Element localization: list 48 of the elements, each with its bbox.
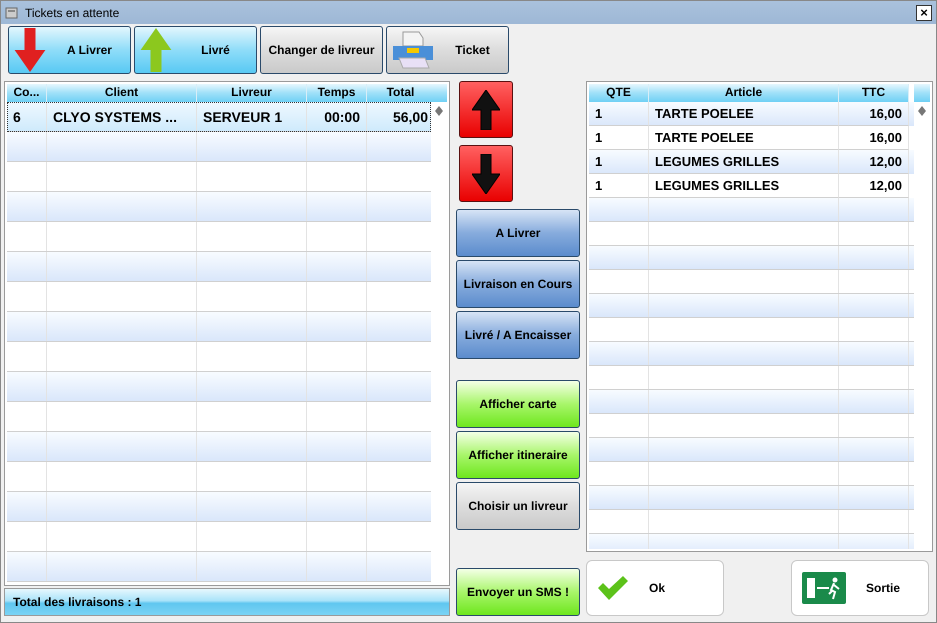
window-icon (5, 6, 19, 20)
column-header[interactable]: QTE (589, 84, 649, 102)
column-header[interactable]: Client (47, 84, 197, 102)
column-header[interactable]: Total (367, 84, 431, 102)
status-button[interactable]: Livré / A Encaisser (456, 311, 580, 359)
table-cell: CLYO SYSTEMS ... (47, 102, 197, 132)
scroll-up-icon[interactable] (918, 106, 926, 111)
deliveries-total: Total des livraisons : 1 (4, 588, 450, 616)
printer-icon (391, 30, 435, 70)
exit-button[interactable]: Sortie (791, 560, 929, 616)
column-header[interactable]: Temps (307, 84, 367, 102)
ok-button[interactable]: Ok (586, 560, 724, 616)
table-cell: 6 (7, 102, 47, 132)
toolbar-button[interactable]: Changer de livreur (260, 26, 383, 74)
down-arrow-icon (13, 28, 47, 72)
toolbar-button[interactable]: Ticket (386, 26, 509, 74)
table-cell: SERVEUR 1 (197, 102, 307, 132)
exit-sign-icon (802, 572, 846, 604)
column-header[interactable]: Article (649, 84, 839, 102)
toolbar-button[interactable]: A Livrer (8, 26, 131, 74)
column-header (431, 84, 447, 102)
scroll-up-icon[interactable] (435, 106, 443, 111)
window-title: Tickets en attente (25, 6, 120, 20)
delivery-row[interactable]: 6 CLYO SYSTEMS ... SERVEUR 1 00:00 56,00 (7, 102, 431, 132)
column-header[interactable]: Co... (7, 84, 47, 102)
action-button[interactable]: Choisir un livreur (456, 482, 580, 530)
table-cell: 1 (589, 174, 649, 198)
up-arrow-icon (472, 90, 500, 130)
action-button[interactable]: Afficher carte (456, 380, 580, 428)
status-button[interactable]: A Livrer (456, 209, 580, 257)
move-up-button[interactable] (459, 81, 513, 138)
close-button[interactable]: × (916, 4, 932, 21)
toolbar-button[interactable]: Livré (134, 26, 257, 74)
table-cell: LEGUMES GRILLES (649, 174, 839, 198)
column-header[interactable]: Livreur (197, 84, 307, 102)
action-button[interactable]: Envoyer un SMS ! (456, 568, 580, 616)
move-down-button[interactable] (459, 145, 513, 202)
scroll-down-icon[interactable] (918, 111, 926, 116)
table-cell: 00:00 (307, 102, 367, 132)
scroll-down-icon[interactable] (435, 111, 443, 116)
down-arrow-icon (472, 154, 500, 194)
table-cell: 12,00 (839, 174, 909, 198)
column-header[interactable]: TTC (839, 84, 909, 102)
status-button[interactable]: Livraison en Cours (456, 260, 580, 308)
column-header (914, 84, 930, 102)
checkmark-icon (597, 576, 629, 600)
action-button[interactable]: Afficher itineraire (456, 431, 580, 479)
up-arrow-icon (139, 28, 173, 72)
